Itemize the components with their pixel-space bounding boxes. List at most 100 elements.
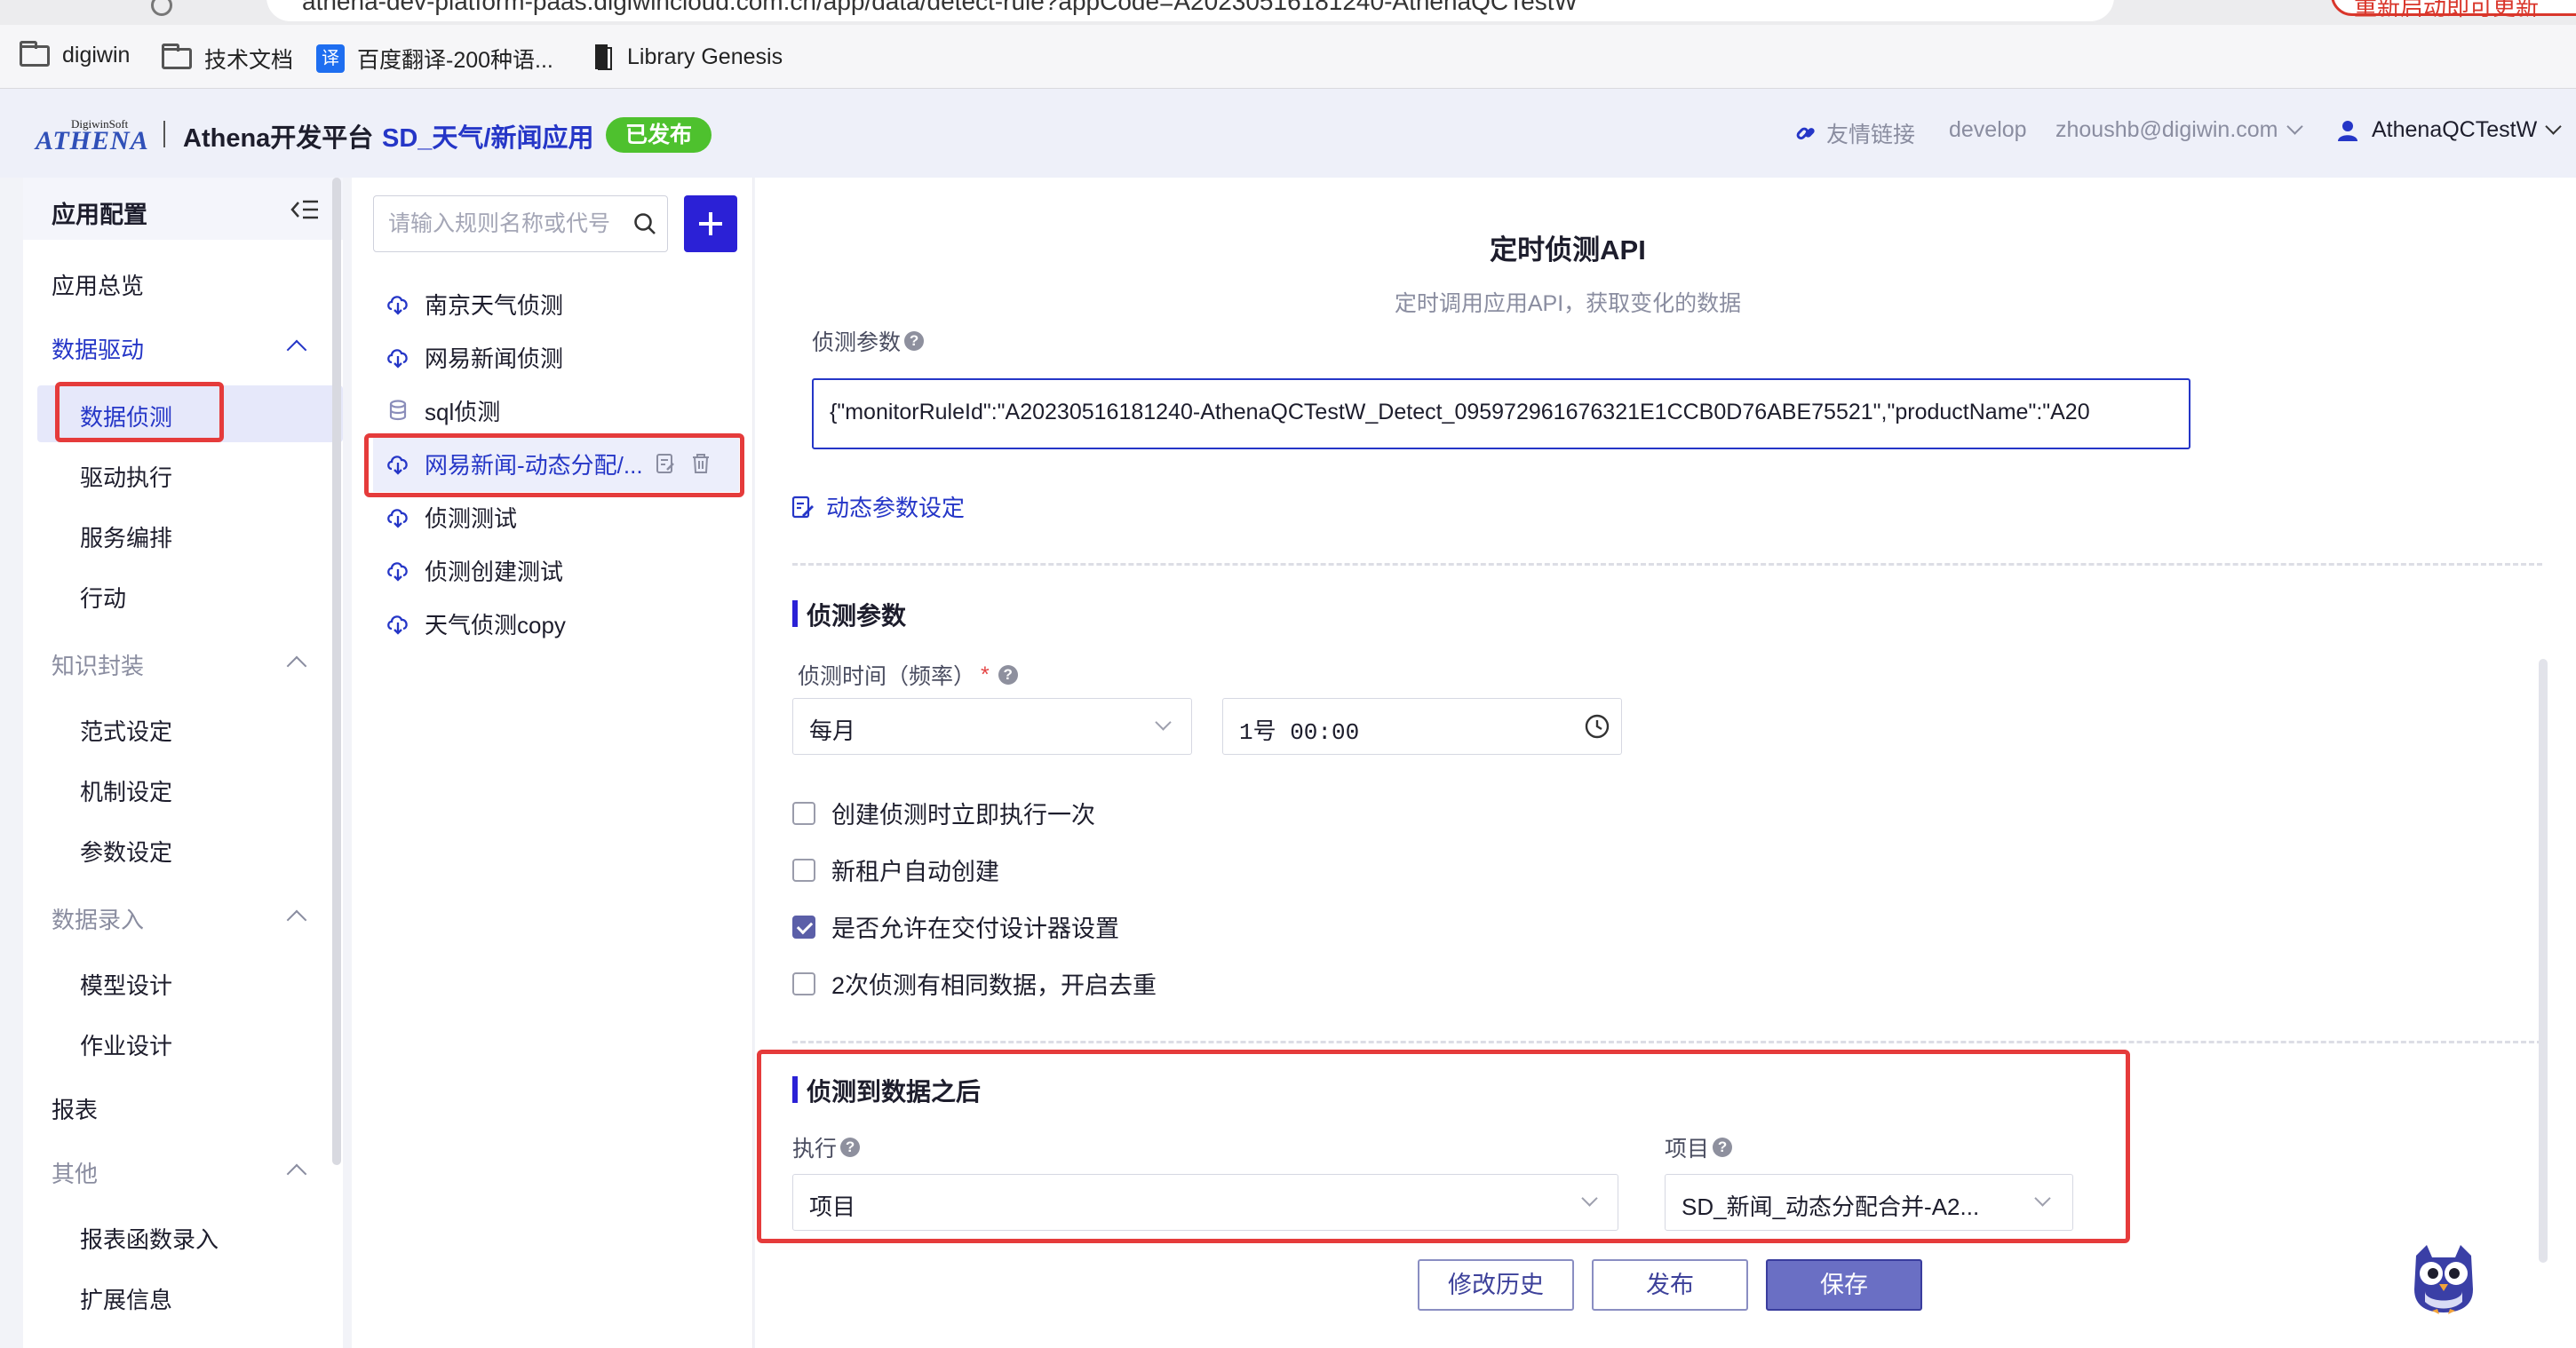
clock-icon (1585, 714, 1610, 739)
section-divider (792, 1041, 2542, 1043)
sidebar-item-paradigm[interactable]: 范式设定 (80, 714, 172, 747)
checkbox-checked[interactable] (792, 915, 815, 939)
checkbox-allow-delivery-designer[interactable]: 是否允许在交付设计器设置 (792, 909, 1119, 944)
assistant-owl-icon[interactable] (2405, 1240, 2482, 1316)
sidebar-item-extension-info[interactable]: 扩展信息 (80, 1282, 172, 1315)
rule-item[interactable]: 侦测测试 (386, 499, 517, 535)
chevron-down-icon (2545, 118, 2562, 135)
help-icon[interactable]: ? (998, 665, 1018, 685)
checkbox[interactable] (792, 801, 815, 825)
add-rule-button[interactable] (684, 195, 737, 252)
friend-links-label: 友情链接 (1826, 123, 1916, 147)
sidebar-group-knowledge[interactable]: 知识封装 (52, 648, 144, 681)
chevron-down-icon (1155, 714, 1172, 731)
sidebar-item-job-design[interactable]: 作业设计 (80, 1028, 172, 1061)
athena-logo[interactable]: DigiwinSoft ATHENA (36, 117, 148, 155)
rule-search-box (373, 195, 668, 252)
header-divider (163, 121, 165, 147)
app-name[interactable]: SD_天气/新闻应用 (382, 117, 593, 155)
sidebar-item-service-orchestration[interactable]: 服务编排 (80, 520, 172, 553)
dynamic-param-link[interactable]: 动态参数设定 (791, 490, 965, 523)
api-subtitle: 定时调用应用API，获取变化的数据 (1394, 291, 1742, 316)
chevron-up-icon[interactable] (286, 339, 307, 361)
chevron-up-icon[interactable] (286, 909, 307, 931)
sidebar-item-mechanism[interactable]: 机制设定 (80, 774, 172, 807)
friend-links[interactable]: 友情链接 (1794, 117, 1915, 149)
account-email: zhoushb@digiwin.com (2055, 117, 2278, 142)
rule-item[interactable]: 网易新闻侦测 (386, 339, 563, 375)
edit-document-icon (791, 496, 814, 518)
bookmarks-bar: digiwin 技术文档 译 百度翻译-200种语... Library Gen… (0, 25, 2576, 89)
database-icon (389, 400, 407, 421)
checkbox-run-once[interactable]: 创建侦测时立即执行一次 (792, 796, 1095, 830)
rule-label: 南京天气侦测 (425, 291, 564, 319)
sidebar-item-drive-execute[interactable]: 驱动执行 (80, 460, 172, 493)
sidebar-scrollbar[interactable] (332, 178, 341, 1165)
sidebar-item-report[interactable]: 报表 (52, 1092, 98, 1125)
checkbox-label: 新租户自动创建 (831, 859, 999, 885)
cloud-download-icon (387, 562, 408, 582)
bookmark-tech-docs[interactable]: 技术文档 (162, 43, 293, 75)
frequency-select[interactable]: 每月 (792, 698, 1192, 755)
tenant-selector[interactable]: AthenaQCTestW (2336, 117, 2562, 143)
rule-item[interactable]: 南京天气侦测 (386, 286, 563, 321)
sidebar-group-data-entry[interactable]: 数据录入 (52, 902, 144, 935)
rule-search-input[interactable] (388, 207, 628, 241)
bookmark-digiwin[interactable]: digiwin (20, 40, 130, 68)
bookmark-baidu-translate[interactable]: 译 百度翻译-200种语... (316, 43, 553, 75)
time-picker[interactable]: 1号 00:00 (1222, 698, 1622, 755)
update-label: 重新启动即可更新 (2354, 0, 2540, 20)
checkbox[interactable] (792, 971, 815, 995)
publish-button[interactable]: 发布 (1592, 1259, 1748, 1311)
rule-label: 侦测测试 (425, 504, 518, 532)
history-button[interactable]: 修改历史 (1418, 1259, 1574, 1311)
cloud-download-icon (387, 509, 408, 528)
translate-icon: 译 (316, 44, 345, 73)
checkbox-new-tenant[interactable]: 新租户自动创建 (792, 852, 999, 887)
rule-item[interactable]: 天气侦测copy (386, 606, 566, 641)
link-icon (1796, 127, 1815, 140)
bookmark-label: Library Genesis (627, 44, 783, 69)
rule-item[interactable]: 侦测创建测试 (386, 552, 563, 588)
platform-title: Athena开发平台 (183, 124, 374, 153)
sidebar-item-parameter[interactable]: 参数设定 (80, 835, 172, 868)
checkbox-dedupe[interactable]: 2次侦测有相同数据，开启去重 (792, 966, 1157, 1001)
checkbox[interactable] (792, 858, 815, 882)
sidebar-item-report-function[interactable]: 报表函数录入 (80, 1222, 219, 1255)
collapse-sidebar-icon[interactable] (290, 197, 320, 222)
frequency-value: 每月 (809, 718, 856, 744)
detect-param-input[interactable]: {"monitorRuleId":"A20230516181240-Athena… (812, 378, 2190, 449)
account-selector[interactable]: zhoushb@digiwin.com (2055, 117, 2303, 143)
sidebar-group-other[interactable]: 其他 (52, 1156, 98, 1189)
app-config-sidebar: 应用配置 应用总览 数据驱动 数据侦测 驱动执行 服务编排 行动 知识封装 范式… (23, 178, 343, 1348)
search-icon[interactable] (633, 212, 656, 235)
sidebar-item-action[interactable]: 行动 (80, 581, 126, 614)
main-scrollbar[interactable] (2539, 659, 2548, 1263)
sidebar-group-data-driven[interactable]: 数据驱动 (52, 332, 144, 365)
label-text: 侦测时间（频率） (798, 664, 976, 689)
rule-item[interactable]: sql侦测 (386, 393, 500, 428)
required-mark: * (981, 662, 990, 687)
app-header: DigiwinSoft ATHENA Athena开发平台 SD_天气/新闻应用… (0, 89, 2576, 178)
api-title-wrap: 定时侦测API (755, 227, 2576, 267)
env-selector[interactable]: develop (1949, 117, 2027, 143)
rule-label: 侦测创建测试 (425, 558, 564, 585)
sidebar-item-overview[interactable]: 应用总览 (52, 268, 144, 301)
checkbox-label: 是否允许在交付设计器设置 (831, 916, 1119, 942)
chevron-up-icon[interactable] (286, 1163, 307, 1185)
time-value: 1号 00:00 (1239, 719, 1360, 746)
detect-rule-list: 南京天气侦测 网易新闻侦测 sql侦测 网易新闻-动态分配/... 侦测测试 侦… (352, 178, 753, 1348)
rule-label: 网易新闻侦测 (425, 345, 564, 372)
bookmark-label: 百度翻译-200种语... (357, 48, 553, 73)
cloud-download-icon (387, 349, 408, 369)
reload-icon[interactable] (151, 0, 172, 16)
browser-toolbar: athena-dev-platform-paas.digiwincloud.co… (0, 0, 2576, 25)
chevron-up-icon[interactable] (286, 655, 307, 677)
bookmark-library-genesis[interactable]: Library Genesis (590, 43, 783, 71)
checkbox-label: 2次侦测有相同数据，开启去重 (831, 972, 1157, 999)
user-icon (2338, 120, 2357, 141)
help-icon[interactable]: ? (904, 331, 925, 351)
save-button[interactable]: 保存 (1766, 1259, 1922, 1311)
sidebar-item-model-design[interactable]: 模型设计 (80, 968, 172, 1001)
folder-icon (162, 44, 192, 69)
